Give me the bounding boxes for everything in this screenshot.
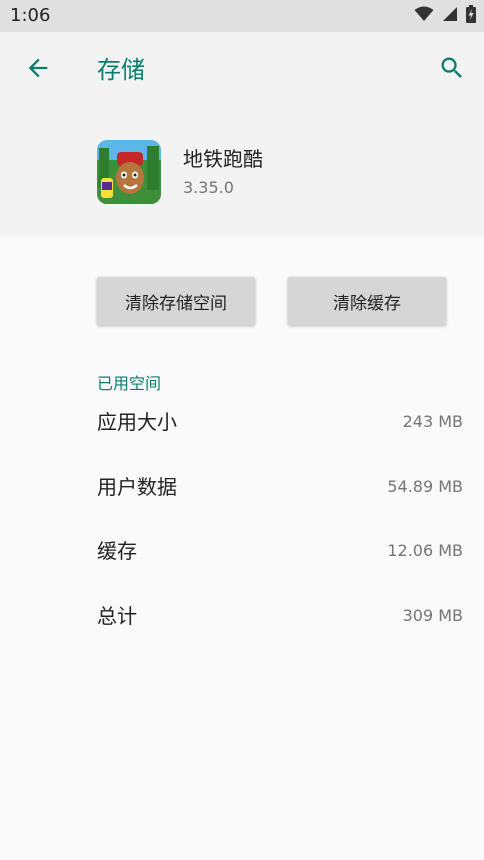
battery-icon xyxy=(466,5,476,27)
clear-cache-button[interactable]: 清除缓存 xyxy=(288,277,446,325)
storage-row-user-data: 用户数据 54.89 MB xyxy=(97,472,463,502)
status-time: 1:06 xyxy=(10,5,51,26)
app-header: 存储 地铁跑酷 3.35.0 xyxy=(0,32,484,237)
row-value: 54.89 MB xyxy=(387,477,463,496)
app-icon xyxy=(97,140,161,204)
row-label: 用户数据 xyxy=(97,475,177,499)
search-icon xyxy=(438,54,466,86)
row-label: 应用大小 xyxy=(97,410,177,434)
app-version: 3.35.0 xyxy=(183,178,234,197)
app-name: 地铁跑酷 xyxy=(183,147,263,171)
storage-row-app-size: 应用大小 243 MB xyxy=(97,407,463,437)
cell-signal-icon xyxy=(442,6,458,26)
back-button[interactable] xyxy=(14,52,62,88)
row-value: 243 MB xyxy=(402,412,463,431)
row-label: 总计 xyxy=(97,604,137,628)
row-value: 12.06 MB xyxy=(387,541,463,560)
clear-storage-button[interactable]: 清除存储空间 xyxy=(97,277,255,325)
search-button[interactable] xyxy=(428,52,476,88)
storage-row-cache: 缓存 12.06 MB xyxy=(97,536,463,566)
row-label: 缓存 xyxy=(97,539,137,563)
arrow-left-icon xyxy=(24,54,52,86)
status-bar: 1:06 xyxy=(0,0,484,32)
storage-row-total: 总计 309 MB xyxy=(97,601,463,631)
used-space-section-title: 已用空间 xyxy=(97,374,162,393)
row-value: 309 MB xyxy=(402,606,463,625)
status-icons xyxy=(414,5,476,27)
wifi-icon xyxy=(414,6,434,26)
page-title: 存储 xyxy=(97,56,145,84)
